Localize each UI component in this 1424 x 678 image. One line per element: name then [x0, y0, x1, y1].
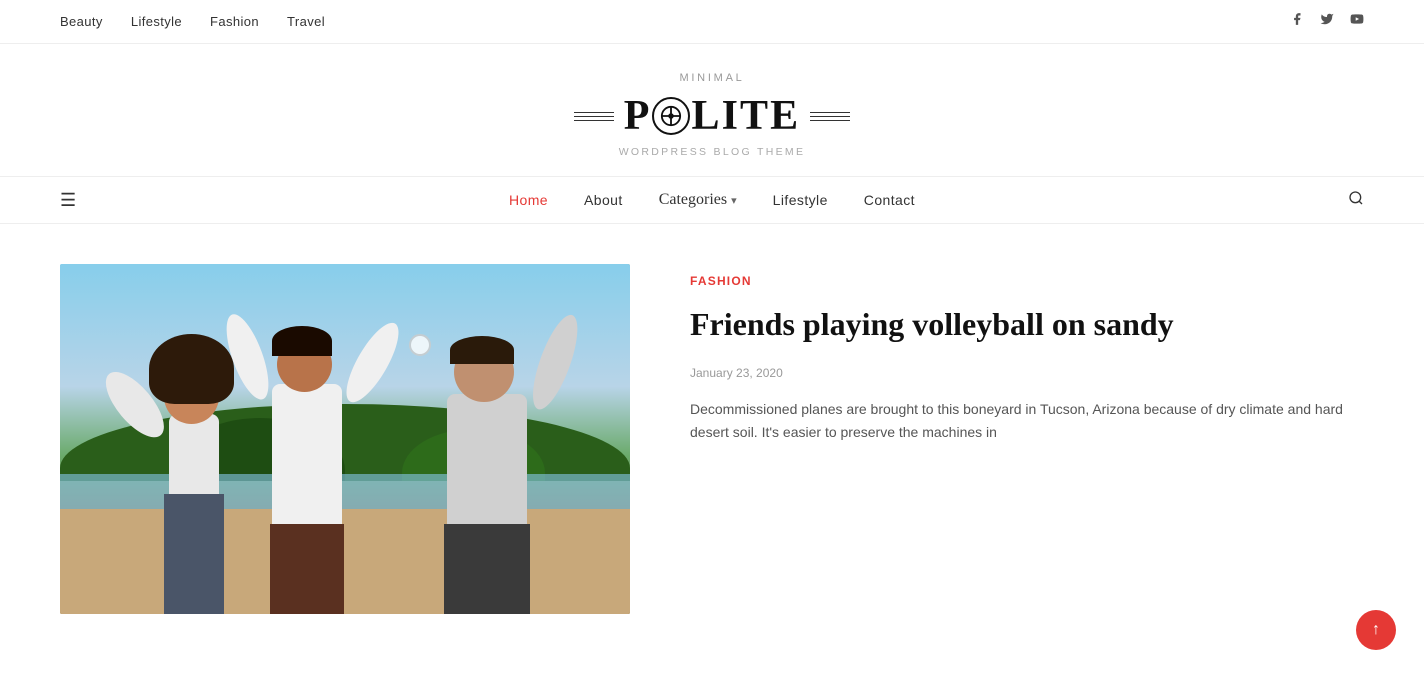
top-navigation: Beauty Lifestyle Fashion Travel	[0, 0, 1424, 44]
top-nav-lifestyle[interactable]: Lifestyle	[131, 14, 182, 29]
hero-image[interactable]	[60, 264, 630, 614]
main-content: Fashion Friends playing volleyball on sa…	[0, 224, 1424, 654]
youtube-icon[interactable]	[1350, 12, 1364, 31]
article-excerpt: Decommissioned planes are brought to thi…	[690, 398, 1364, 446]
article-title[interactable]: Friends playing volleyball on sandy	[690, 304, 1364, 346]
article-date: January 23, 2020	[690, 366, 1364, 380]
top-nav-fashion[interactable]: Fashion	[210, 14, 259, 29]
logo-circle-icon	[652, 97, 690, 135]
logo-main[interactable]: P LITE	[20, 92, 1404, 140]
top-nav-links: Beauty Lifestyle Fashion Travel	[60, 14, 325, 29]
logo-subtitle-top: MINIMAL	[20, 72, 1404, 84]
logo-lines-left	[574, 112, 614, 121]
nav-about[interactable]: About	[584, 192, 623, 208]
nav-lifestyle[interactable]: Lifestyle	[773, 192, 828, 208]
hamburger-menu-icon[interactable]: ☰	[60, 190, 76, 211]
search-icon[interactable]	[1348, 190, 1364, 211]
article-category[interactable]: Fashion	[690, 274, 1364, 288]
logo-lines-right	[810, 112, 850, 121]
person-3	[422, 324, 562, 614]
logo-letter-p: P	[624, 92, 652, 140]
main-navigation: ☰ Home About Categories ▾ Lifestyle Cont…	[0, 176, 1424, 224]
logo-letter-lite: LITE	[691, 92, 800, 140]
person-2	[242, 304, 372, 614]
logo-text: P LITE	[624, 92, 801, 140]
top-nav-beauty[interactable]: Beauty	[60, 14, 103, 29]
nav-home[interactable]: Home	[509, 192, 548, 208]
logo-subtitle-bottom: WORDPRESS BLOG THEME	[20, 146, 1404, 158]
volleyball	[409, 334, 431, 356]
scroll-to-top-button[interactable]: ↑	[1356, 610, 1396, 650]
social-icons	[1290, 12, 1364, 31]
logo-area: MINIMAL P LITE WORDPRESS BLOG TH	[0, 44, 1424, 176]
hero-image-container	[60, 264, 630, 614]
twitter-icon[interactable]	[1320, 12, 1334, 31]
nav-links: Home About Categories ▾ Lifestyle Contac…	[509, 191, 915, 209]
nav-categories-dropdown[interactable]: Categories ▾	[659, 191, 737, 209]
hero-scene	[60, 264, 630, 614]
facebook-icon[interactable]	[1290, 12, 1304, 31]
nav-contact[interactable]: Contact	[864, 192, 915, 208]
scroll-top-icon: ↑	[1372, 621, 1380, 639]
chevron-down-icon: ▾	[731, 194, 737, 207]
top-nav-travel[interactable]: Travel	[287, 14, 325, 29]
article-info: Fashion Friends playing volleyball on sa…	[690, 264, 1364, 445]
nav-categories-label: Categories	[659, 191, 727, 209]
